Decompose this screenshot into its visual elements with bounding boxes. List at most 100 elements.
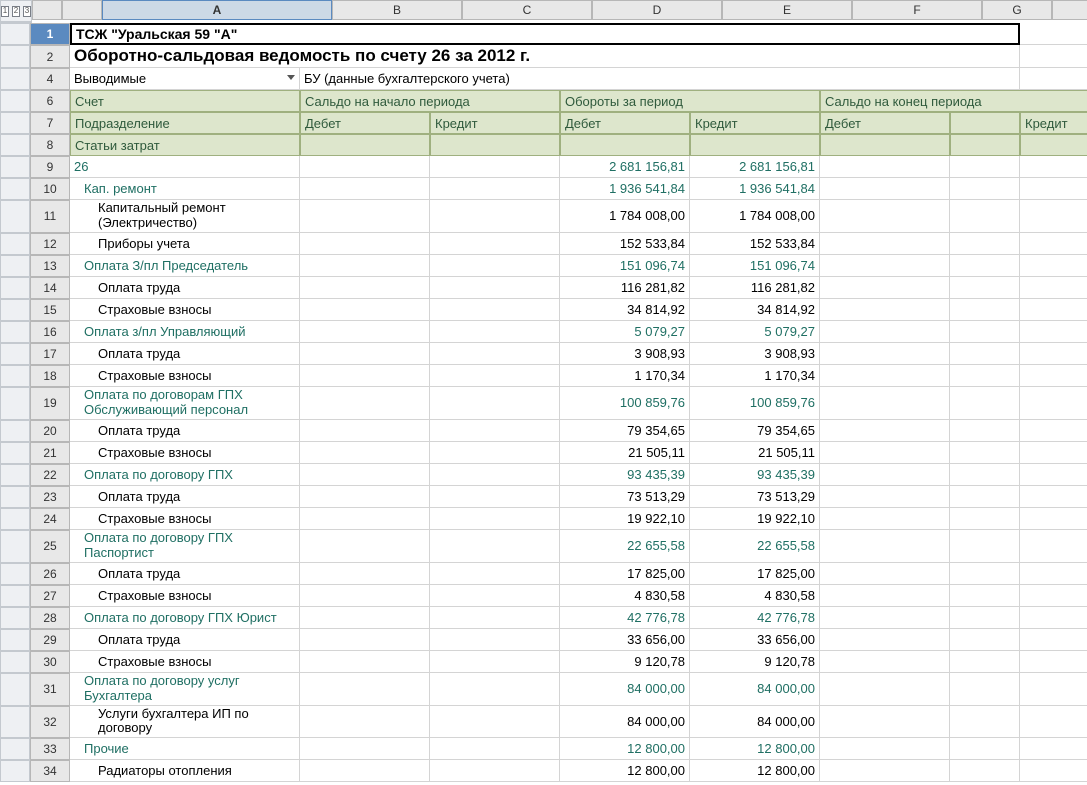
cell[interactable] <box>820 464 950 486</box>
cell[interactable] <box>430 585 560 607</box>
cell[interactable] <box>430 387 560 420</box>
cell[interactable] <box>1020 277 1087 299</box>
cell[interactable] <box>300 365 430 387</box>
cell[interactable] <box>820 706 950 739</box>
cell[interactable] <box>430 738 560 760</box>
cell[interactable] <box>430 442 560 464</box>
cell[interactable] <box>950 200 1020 233</box>
cell[interactable] <box>300 156 430 178</box>
cell[interactable] <box>820 200 950 233</box>
cell[interactable] <box>820 277 950 299</box>
cell[interactable] <box>820 563 950 585</box>
cell[interactable] <box>1020 706 1087 739</box>
outline-cell[interactable] <box>0 365 30 387</box>
cell[interactable] <box>430 420 560 442</box>
outline-cell[interactable] <box>0 299 30 321</box>
cell[interactable] <box>950 321 1020 343</box>
cell[interactable] <box>300 706 430 739</box>
cell[interactable] <box>300 255 430 277</box>
row-header[interactable]: 27 <box>30 585 70 607</box>
cell[interactable] <box>820 651 950 673</box>
row-header[interactable]: 14 <box>30 277 70 299</box>
cell[interactable] <box>1020 464 1087 486</box>
cell[interactable] <box>950 486 1020 508</box>
row-header[interactable]: 13 <box>30 255 70 277</box>
cell[interactable] <box>1020 442 1087 464</box>
cell[interactable] <box>300 629 430 651</box>
row-header[interactable]: 20 <box>30 420 70 442</box>
row-header[interactable]: 15 <box>30 299 70 321</box>
cell[interactable] <box>430 530 560 563</box>
cell[interactable] <box>300 530 430 563</box>
cell[interactable] <box>430 629 560 651</box>
outline-cell[interactable] <box>0 112 30 134</box>
cell[interactable] <box>1020 156 1087 178</box>
outline-cell[interactable] <box>0 277 30 299</box>
outline-cell[interactable] <box>0 585 30 607</box>
outline-cell[interactable] <box>0 673 30 706</box>
cell[interactable] <box>1020 420 1087 442</box>
row-header[interactable]: 18 <box>30 365 70 387</box>
row-header[interactable]: 29 <box>30 629 70 651</box>
dropdown-icon[interactable] <box>287 75 295 80</box>
cell[interactable] <box>300 277 430 299</box>
cell[interactable] <box>950 277 1020 299</box>
outline-levels[interactable]: 1 2 3 <box>1 1 31 22</box>
cell[interactable] <box>430 706 560 739</box>
outline-cell[interactable] <box>0 178 30 200</box>
row-header[interactable]: 6 <box>30 90 70 112</box>
cell[interactable] <box>820 343 950 365</box>
cell[interactable] <box>300 464 430 486</box>
outline-gutter[interactable]: 1 2 3 <box>0 0 32 23</box>
select-all-corner[interactable] <box>32 0 62 20</box>
cell[interactable] <box>1020 178 1087 200</box>
cell[interactable] <box>1020 321 1087 343</box>
cell[interactable] <box>820 486 950 508</box>
cell[interactable] <box>1020 629 1087 651</box>
cell[interactable] <box>950 585 1020 607</box>
cell[interactable] <box>300 508 430 530</box>
cell[interactable] <box>950 255 1020 277</box>
outline-cell[interactable] <box>0 255 30 277</box>
cell[interactable] <box>820 629 950 651</box>
cell[interactable] <box>430 321 560 343</box>
cell[interactable] <box>820 673 950 706</box>
outline-level-1[interactable]: 1 <box>1 6 9 17</box>
cell[interactable] <box>950 706 1020 739</box>
row-header[interactable]: 1 <box>30 23 70 45</box>
cell[interactable] <box>950 738 1020 760</box>
cell[interactable] <box>1020 651 1087 673</box>
cell[interactable] <box>950 651 1020 673</box>
row-header[interactable]: 9 <box>30 156 70 178</box>
cell[interactable] <box>300 200 430 233</box>
cell[interactable] <box>430 673 560 706</box>
row-header[interactable]: 33 <box>30 738 70 760</box>
outline-cell[interactable] <box>0 760 30 782</box>
cell[interactable] <box>430 563 560 585</box>
outline-cell[interactable] <box>0 321 30 343</box>
cell[interactable] <box>820 738 950 760</box>
outline-cell[interactable] <box>0 464 30 486</box>
cell[interactable] <box>430 156 560 178</box>
cell[interactable] <box>430 255 560 277</box>
row-header[interactable]: 22 <box>30 464 70 486</box>
cell[interactable] <box>1020 299 1087 321</box>
cell[interactable] <box>1020 738 1087 760</box>
cell[interactable] <box>950 760 1020 782</box>
cell[interactable] <box>430 343 560 365</box>
cell[interactable] <box>300 486 430 508</box>
cell[interactable] <box>950 299 1020 321</box>
outline-level-2[interactable]: 2 <box>12 6 20 17</box>
row-header[interactable]: 25 <box>30 530 70 563</box>
cell[interactable] <box>1020 760 1087 782</box>
cell[interactable] <box>820 387 950 420</box>
cell[interactable] <box>950 233 1020 255</box>
cell[interactable] <box>300 607 430 629</box>
cell[interactable] <box>820 321 950 343</box>
row-header[interactable]: 8 <box>30 134 70 156</box>
cell[interactable] <box>820 255 950 277</box>
outline-cell[interactable] <box>0 68 30 90</box>
cell[interactable] <box>430 486 560 508</box>
cell[interactable] <box>1020 387 1087 420</box>
outline-cell[interactable] <box>0 387 30 420</box>
